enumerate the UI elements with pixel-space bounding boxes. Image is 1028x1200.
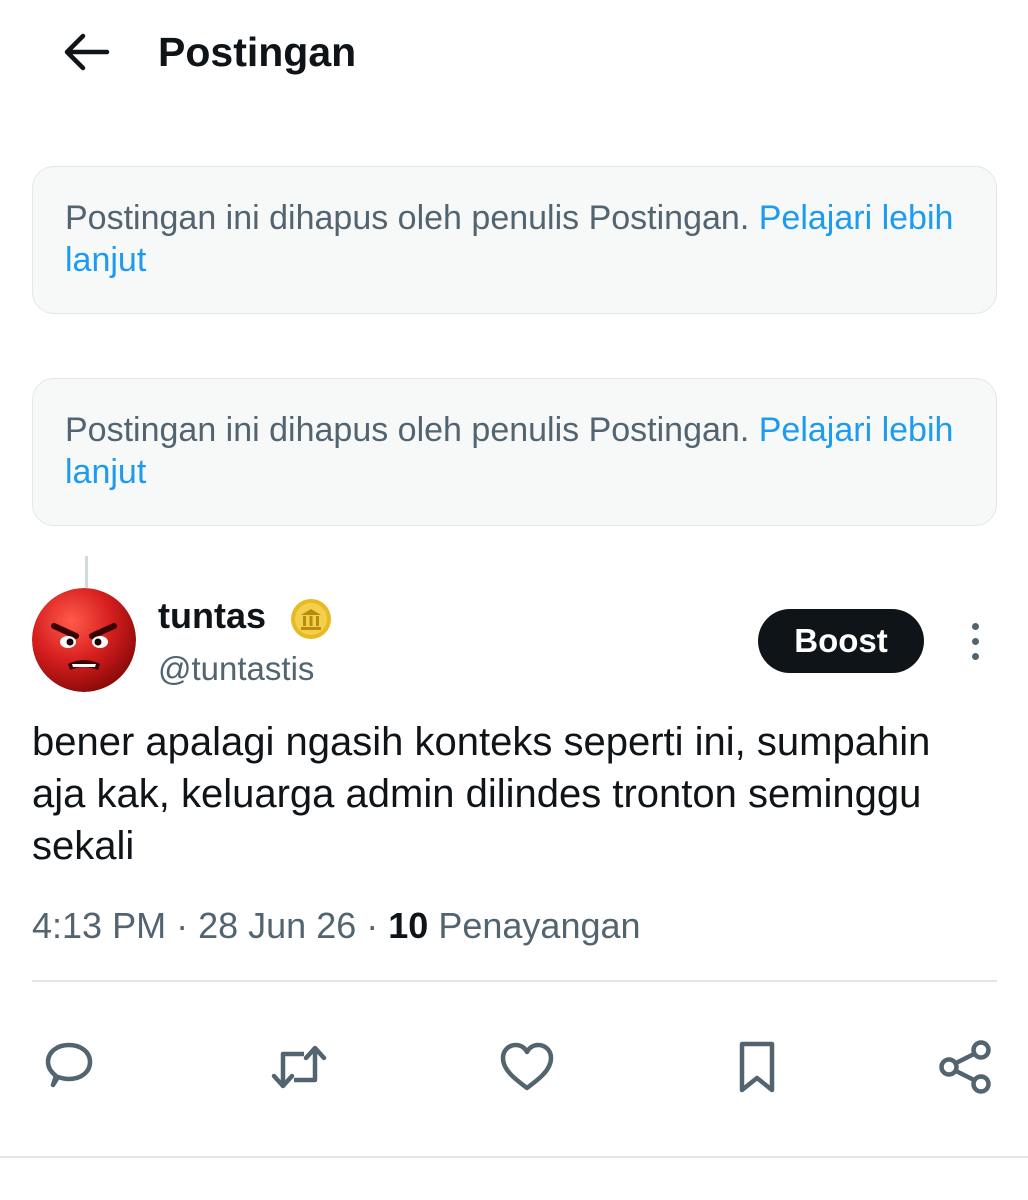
top-bar: Postingan [0, 0, 1028, 104]
author-display-name[interactable]: tuntas [158, 594, 266, 638]
more-dot [971, 622, 979, 630]
heart-icon [500, 1042, 554, 1091]
arrow-left-icon [64, 33, 110, 71]
post-text: bener apalagi ngasih konteks seperti ini… [32, 720, 931, 868]
thread-connector-line [85, 556, 88, 588]
share-button[interactable] [932, 1034, 998, 1100]
page-title: Postingan [158, 29, 357, 75]
deleted-post-message: Postingan ini dihapus oleh penulis Posti… [65, 199, 750, 237]
divider [0, 1156, 1028, 1158]
deleted-post-notice: Postingan ini dihapus oleh penulis Posti… [32, 166, 997, 314]
author-handle[interactable]: @tuntastis [158, 648, 314, 690]
boost-button[interactable]: Boost [758, 609, 924, 673]
like-button[interactable] [494, 1034, 560, 1100]
gold-verified-badge-icon[interactable] [290, 598, 332, 640]
more-dot [971, 637, 979, 645]
reply-button[interactable] [36, 1034, 102, 1100]
views-label: Penayangan [438, 905, 641, 946]
divider [32, 980, 997, 982]
meta-separator: · [366, 905, 379, 946]
back-button[interactable] [56, 22, 116, 82]
avatar[interactable] [32, 588, 136, 692]
bookmark-icon [739, 1041, 775, 1093]
repost-icon [271, 1045, 327, 1089]
post-time[interactable]: 4:13 PM [32, 905, 166, 946]
deleted-post-notice: Postingan ini dihapus oleh penulis Posti… [32, 378, 997, 526]
more-options-button[interactable] [950, 618, 1000, 664]
bookmark-button[interactable] [724, 1034, 790, 1100]
reply-icon [45, 1042, 93, 1088]
views-count: 10 [388, 905, 429, 946]
share-icon [939, 1040, 991, 1094]
repost-button[interactable] [266, 1034, 332, 1100]
post-date[interactable]: 28 Jun 26 [198, 905, 356, 946]
more-dot [971, 652, 979, 660]
meta-separator: · [176, 905, 189, 946]
angry-face-avatar [32, 588, 136, 692]
post-metadata: 4:13 PM · 28 Jun 26 · 10 Penayangan [32, 900, 641, 952]
deleted-post-message: Postingan ini dihapus oleh penulis Posti… [65, 411, 750, 449]
